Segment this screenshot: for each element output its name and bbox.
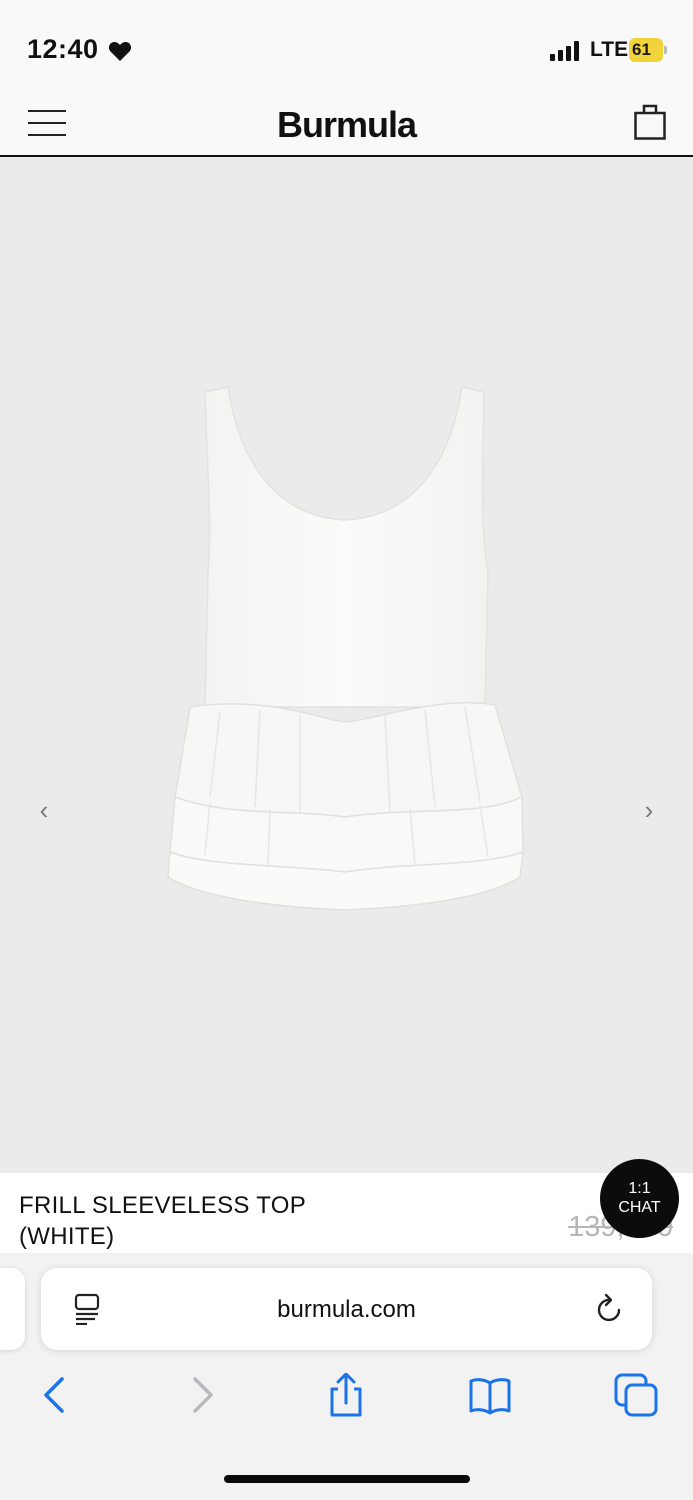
product-photo — [167, 386, 524, 911]
site-header: Burmula — [0, 100, 693, 157]
brand-logo[interactable]: Burmula — [0, 104, 693, 146]
battery-level: 61 — [632, 40, 651, 59]
address-bar[interactable]: burmula.com — [41, 1268, 652, 1350]
shopping-bag-icon[interactable] — [634, 104, 666, 140]
signal-icon — [550, 41, 579, 61]
product-info: FRILL SLEEVELESS TOP (WHITE) 139,000 — [0, 1173, 693, 1254]
forward-icon[interactable] — [181, 1373, 225, 1417]
reload-icon[interactable] — [594, 1293, 626, 1325]
prev-image-arrow-icon[interactable]: ‹ — [34, 797, 54, 823]
chat-button[interactable]: 1:1 CHAT — [600, 1159, 679, 1238]
product-name: FRILL SLEEVELESS TOP (WHITE) — [19, 1192, 306, 1250]
tabs-icon[interactable] — [614, 1373, 658, 1417]
product-image-carousel[interactable]: ‹ › — [0, 157, 693, 1173]
heart-icon — [108, 41, 132, 61]
home-indicator[interactable] — [224, 1475, 470, 1483]
network-label: LTE — [590, 38, 629, 61]
previous-tab-peek[interactable] — [0, 1268, 25, 1350]
next-image-arrow-icon[interactable]: › — [639, 797, 659, 823]
battery-icon: 61 — [629, 38, 669, 62]
bookmarks-icon[interactable] — [468, 1373, 512, 1417]
status-time: 12:40 — [27, 34, 99, 64]
url-text[interactable]: burmula.com — [41, 1296, 652, 1324]
browser-toolbar: burmula.com — [0, 1253, 693, 1500]
share-icon[interactable] — [324, 1373, 368, 1417]
chat-label-top: 1:1 — [628, 1180, 651, 1197]
back-icon[interactable] — [32, 1373, 76, 1417]
status-bar: 12:40 LTE 61 — [0, 0, 693, 100]
chat-label-bottom: CHAT — [618, 1199, 661, 1216]
